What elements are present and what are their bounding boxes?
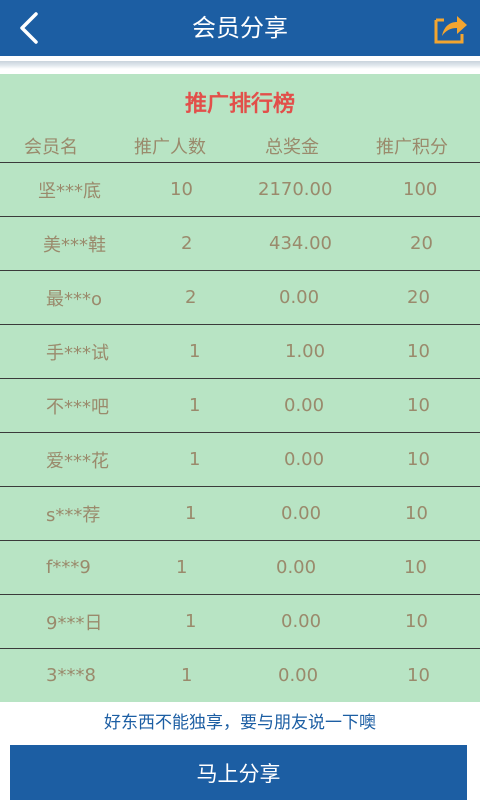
table-row: 美***鞋 2 434.00 20 [0,216,480,270]
referral-points: 20 [407,287,430,308]
referral-points: 10 [407,395,430,416]
referral-count: 1 [185,503,197,524]
referral-points: 10 [407,449,430,470]
referral-points: 20 [410,233,433,254]
referral-count: 1 [181,665,193,686]
total-bonus: 0.00 [281,503,322,524]
ranking-panel: 推广排行榜 会员名 推广人数 总奖金 推广积分 坚***底 10 2170.00… [0,74,480,702]
app-header: 会员分享 [0,0,480,56]
column-header-bonus: 总奖金 [265,137,319,158]
referral-points: 10 [407,341,430,362]
total-bonus: 0.00 [279,287,320,308]
referral-points: 10 [405,611,428,632]
referral-points: 100 [403,179,438,200]
total-bonus: 0.00 [278,665,319,686]
member-name: 爱***花 [46,450,109,472]
member-name: s***荐 [46,504,101,526]
total-bonus: 1.00 [285,341,326,362]
total-bonus: 0.00 [276,557,317,578]
referral-count: 1 [185,611,197,632]
table-row: 不***吧 1 0.00 10 [0,378,480,432]
total-bonus: 434.00 [269,233,332,254]
share-icon-button[interactable] [430,8,470,48]
member-name: 手***试 [46,342,109,364]
ranking-title: 推广排行榜 [184,92,295,117]
member-name: 美***鞋 [43,234,106,256]
referral-count: 2 [181,233,193,254]
header-divider [0,56,480,74]
page-title: 会员分享 [192,14,288,42]
referral-count: 1 [189,395,201,416]
referral-count: 10 [170,179,193,200]
share-tagline: 好东西不能独享，要与朋友说一下噢 [104,713,376,733]
share-now-button[interactable]: 马上分享 [10,745,467,800]
referral-count: 1 [176,557,188,578]
ranking-table-body: 坚***底 10 2170.00 100 美***鞋 2 434.00 20 最… [0,162,480,702]
column-header-name: 会员名 [24,137,78,158]
table-row: 爱***花 1 0.00 10 [0,432,480,486]
member-name: 不***吧 [46,396,109,418]
member-name: 9***日 [46,612,103,634]
member-name: 最***o [46,288,103,310]
table-row: 9***日 1 0.00 10 [0,594,480,648]
total-bonus: 0.00 [284,395,325,416]
referral-points: 10 [407,665,430,686]
table-row: 3***8 1 0.00 10 [0,648,480,702]
referral-count: 1 [189,449,201,470]
referral-count: 2 [185,287,197,308]
member-name: 3***8 [46,665,96,686]
table-row: f***9 1 0.00 10 [0,540,480,594]
column-header-points: 推广积分 [376,137,448,158]
member-name: 坚***底 [38,180,101,202]
referral-count: 1 [189,341,201,362]
table-row: 最***o 2 0.00 20 [0,270,480,324]
referral-points: 10 [404,557,427,578]
referral-points: 10 [405,503,428,524]
table-row: 坚***底 10 2170.00 100 [0,162,480,216]
column-headers: 会员名 推广人数 总奖金 推广积分 [0,130,480,162]
total-bonus: 0.00 [281,611,322,632]
table-row: 手***试 1 1.00 10 [0,324,480,378]
total-bonus: 2170.00 [258,179,333,200]
total-bonus: 0.00 [284,449,325,470]
table-row: s***荐 1 0.00 10 [0,486,480,540]
column-header-count: 推广人数 [134,137,206,158]
share-arrow-icon [434,16,467,44]
member-name: f***9 [46,557,91,578]
